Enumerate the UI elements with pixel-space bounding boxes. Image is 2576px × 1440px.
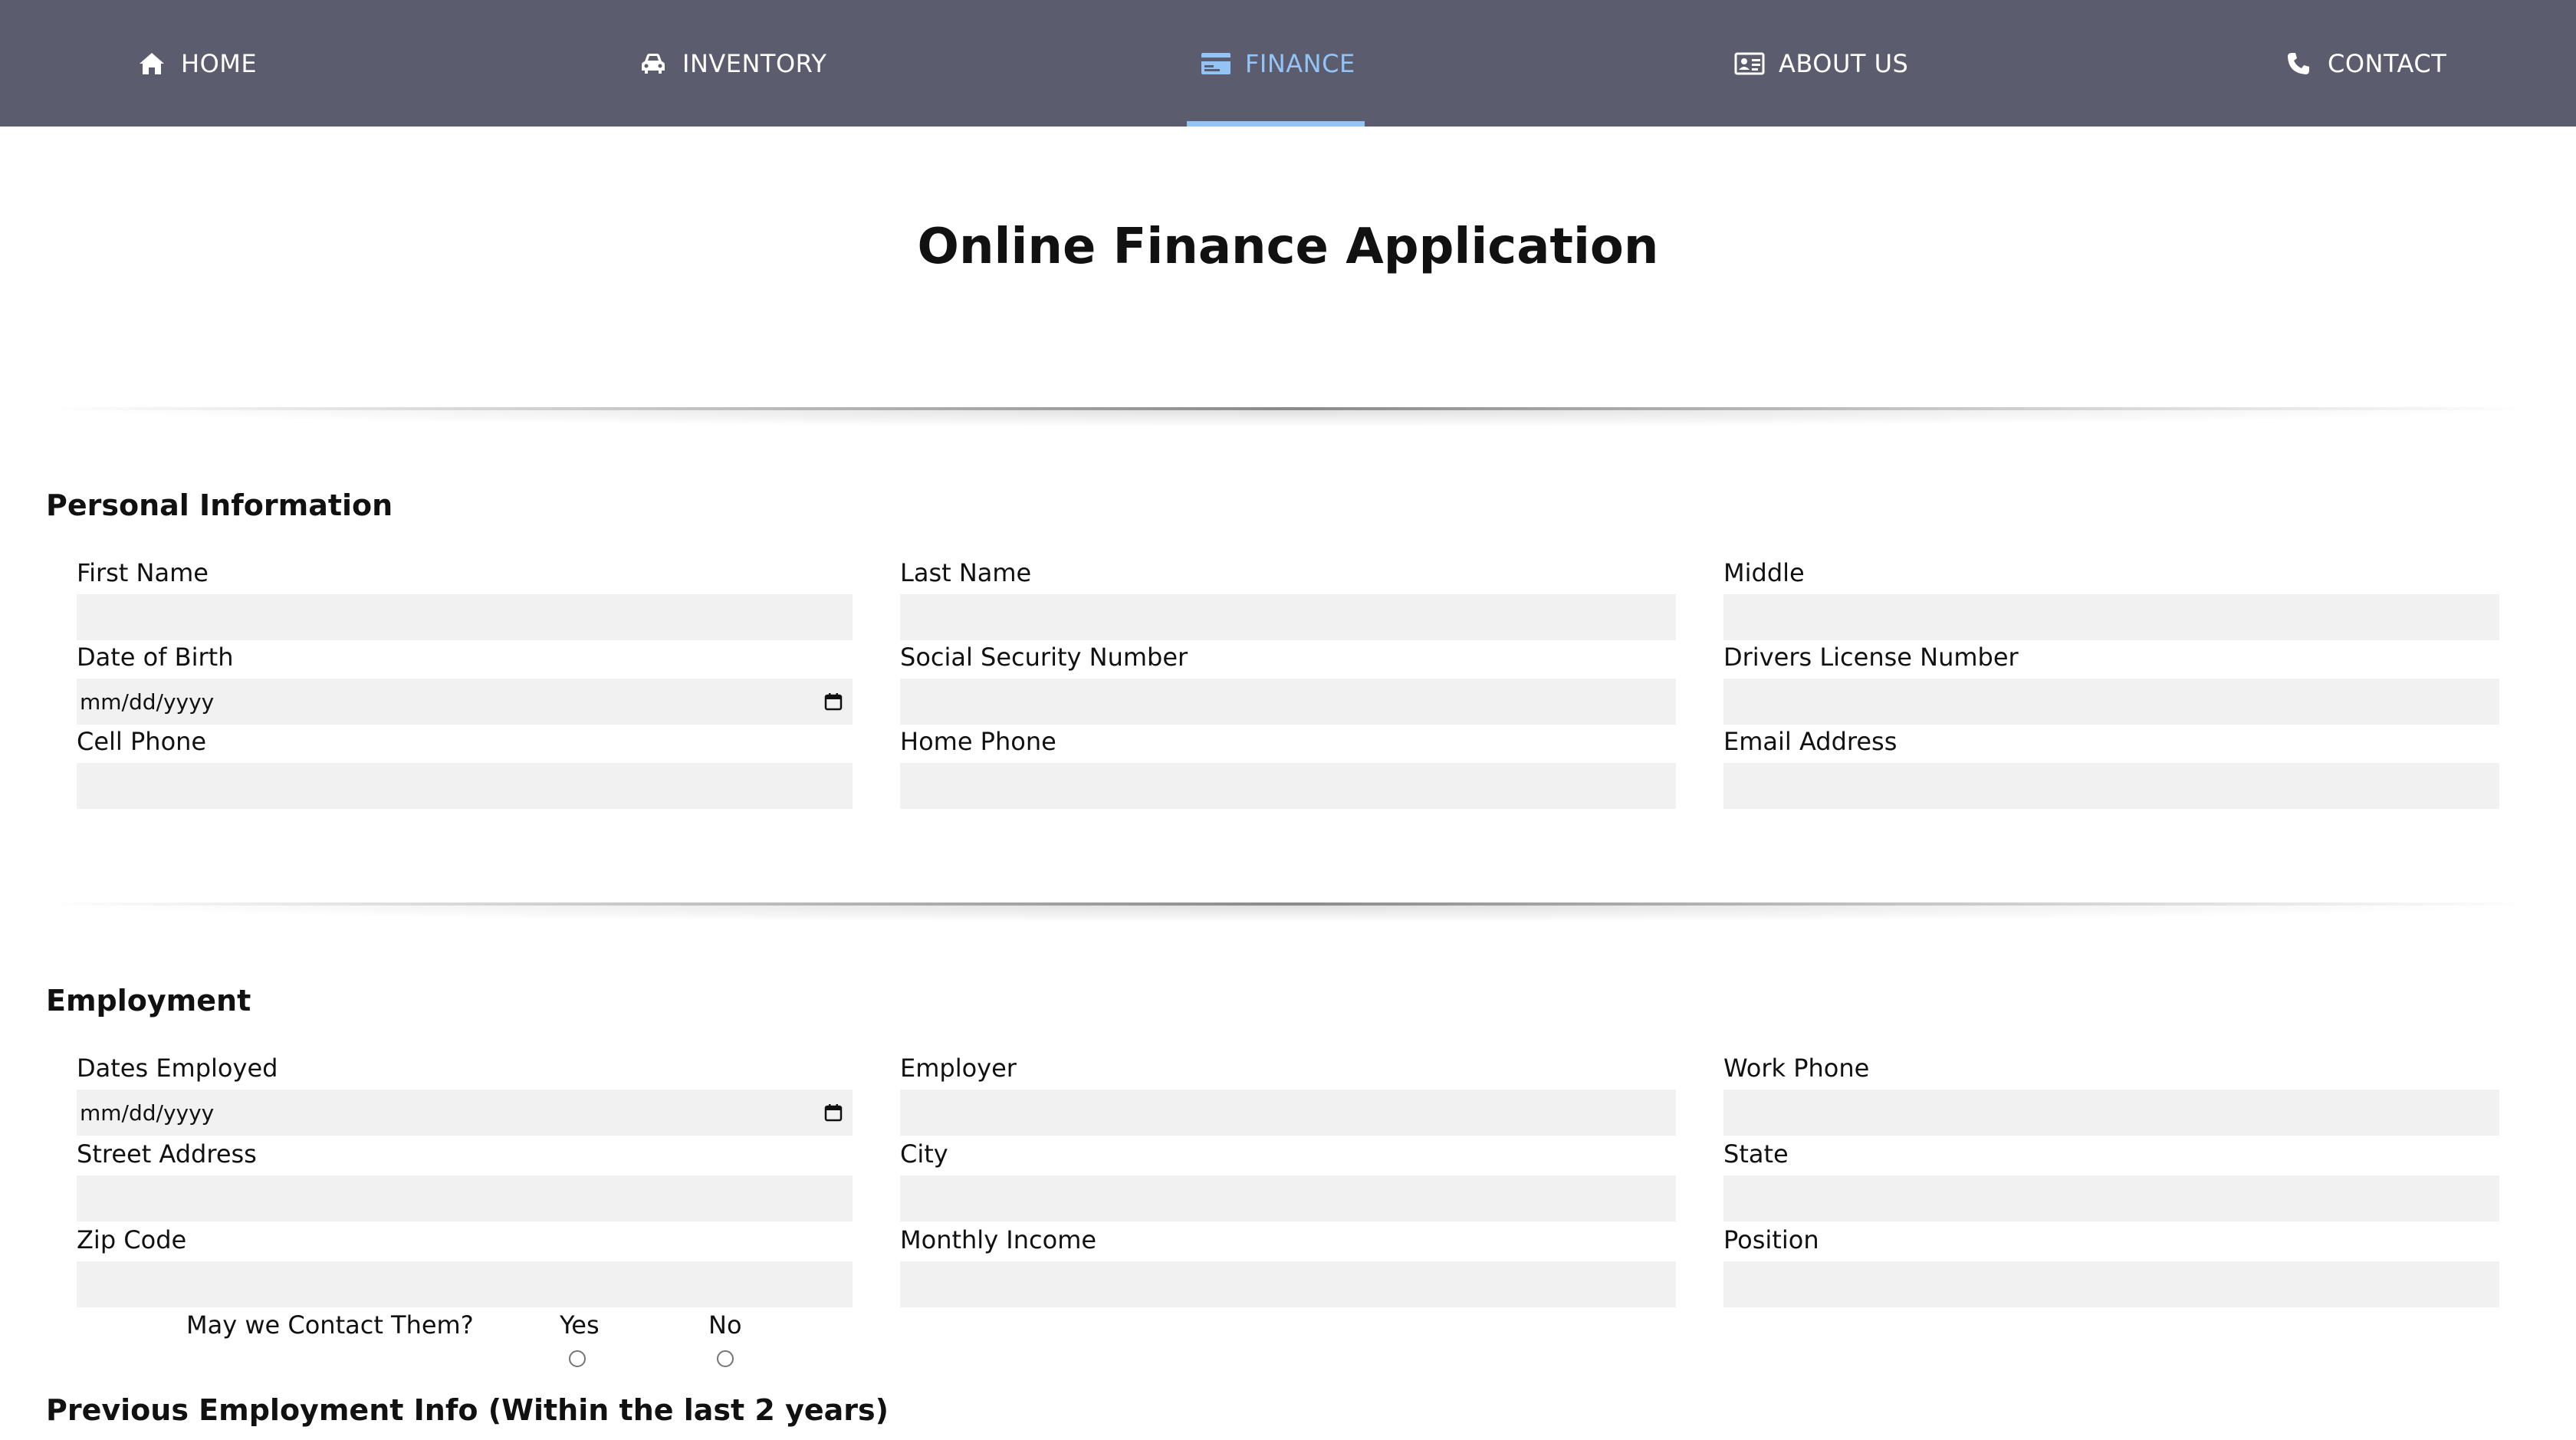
last-name-input[interactable]: [900, 594, 1676, 640]
dates-employed-field: Dates Employed mm/dd/yyyy: [77, 1053, 853, 1136]
position-field: Position: [1723, 1225, 2499, 1307]
personal-information-heading: Personal Information: [46, 488, 393, 522]
contact-yes-radio[interactable]: [569, 1350, 586, 1367]
zip-code-field: Zip Code: [77, 1225, 853, 1307]
calendar-icon[interactable]: [823, 692, 843, 712]
state-input[interactable]: [1723, 1175, 2499, 1221]
state-label: State: [1723, 1139, 1789, 1169]
page-title: Online Finance Application: [917, 219, 1659, 275]
monthly-income-field: Monthly Income: [900, 1225, 1676, 1307]
street-address-input[interactable]: [77, 1175, 853, 1221]
ssn-label: Social Security Number: [900, 643, 1188, 672]
drivers-license-label: Drivers License Number: [1723, 643, 2019, 672]
home-icon: [136, 48, 167, 79]
first-name-label: First Name: [77, 558, 209, 587]
nav-home-label: HOME: [181, 48, 258, 78]
cell-phone-input[interactable]: [77, 763, 853, 809]
monthly-income-label: Monthly Income: [900, 1225, 1097, 1254]
nav-finance[interactable]: FINANCE: [1201, 0, 1355, 127]
nav-contact[interactable]: CONTACT: [2283, 0, 2446, 127]
first-name-field: First Name: [77, 557, 853, 640]
state-field: State: [1723, 1139, 2499, 1221]
last-name-label: Last Name: [900, 558, 1032, 587]
dates-employed-placeholder: mm/dd/yyyy: [80, 1100, 215, 1126]
calendar-icon[interactable]: [823, 1103, 843, 1123]
employer-field: Employer: [900, 1053, 1676, 1136]
employment-heading: Employment: [46, 984, 251, 1018]
home-phone-input[interactable]: [900, 763, 1676, 809]
zip-code-label: Zip Code: [77, 1225, 187, 1254]
middle-name-label: Middle: [1723, 558, 1805, 587]
work-phone-label: Work Phone: [1723, 1054, 1870, 1083]
street-address-label: Street Address: [77, 1139, 257, 1169]
section-divider: [46, 902, 2530, 922]
first-name-input[interactable]: [77, 594, 853, 640]
nav-home[interactable]: HOME: [136, 0, 257, 127]
position-input[interactable]: [1723, 1261, 2499, 1307]
phone-icon: [2283, 48, 2314, 79]
nav-inventory[interactable]: INVENTORY: [638, 0, 826, 127]
contact-question-label: May we Contact Them?: [186, 1310, 474, 1340]
home-phone-label: Home Phone: [900, 727, 1056, 756]
top-navigation-bar: HOME INVENTORY FINANCE ABOUT US CONTACT: [0, 0, 2576, 127]
ssn-input[interactable]: [900, 679, 1676, 725]
cell-phone-label: Cell Phone: [77, 727, 207, 756]
nav-finance-label: FINANCE: [1245, 48, 1355, 78]
drivers-license-input[interactable]: [1723, 679, 2499, 725]
date-of-birth-input[interactable]: mm/dd/yyyy: [77, 679, 853, 725]
position-label: Position: [1723, 1225, 1819, 1254]
credit-card-icon: [1201, 48, 1231, 79]
date-of-birth-placeholder: mm/dd/yyyy: [80, 689, 215, 715]
ssn-field: Social Security Number: [900, 642, 1676, 725]
middle-name-field: Middle: [1723, 557, 2499, 640]
zip-code-input[interactable]: [77, 1261, 853, 1307]
monthly-income-input[interactable]: [900, 1261, 1676, 1307]
employer-input[interactable]: [900, 1090, 1676, 1136]
nav-about-us[interactable]: ABOUT US: [1734, 0, 1908, 127]
employer-label: Employer: [900, 1054, 1017, 1083]
dates-employed-label: Dates Employed: [77, 1054, 278, 1083]
nav-about-us-label: ABOUT US: [1779, 48, 1909, 78]
city-input[interactable]: [900, 1175, 1676, 1221]
previous-employment-heading: Previous Employment Info (Within the las…: [46, 1393, 889, 1427]
email-input[interactable]: [1723, 763, 2499, 809]
city-field: City: [900, 1139, 1676, 1221]
street-address-field: Street Address: [77, 1139, 853, 1221]
drivers-license-field: Drivers License Number: [1723, 642, 2499, 725]
date-of-birth-field: Date of Birth mm/dd/yyyy: [77, 642, 853, 725]
work-phone-input[interactable]: [1723, 1090, 2499, 1136]
contact-yes-label: Yes: [560, 1310, 600, 1340]
middle-name-input[interactable]: [1723, 594, 2499, 640]
dates-employed-input[interactable]: mm/dd/yyyy: [77, 1090, 853, 1136]
contact-no-radio[interactable]: [717, 1350, 734, 1367]
active-tab-indicator: [1187, 121, 1365, 127]
last-name-field: Last Name: [900, 557, 1676, 640]
car-icon: [638, 48, 669, 79]
nav-inventory-label: INVENTORY: [682, 48, 827, 78]
city-label: City: [900, 1139, 948, 1169]
work-phone-field: Work Phone: [1723, 1053, 2499, 1136]
section-divider: [46, 407, 2530, 427]
date-of-birth-label: Date of Birth: [77, 643, 234, 672]
email-label: Email Address: [1723, 727, 1898, 756]
cell-phone-field: Cell Phone: [77, 726, 853, 809]
home-phone-field: Home Phone: [900, 726, 1676, 809]
nav-contact-label: CONTACT: [2328, 48, 2447, 78]
email-field: Email Address: [1723, 726, 2499, 809]
id-card-icon: [1734, 48, 1765, 79]
contact-no-label: No: [708, 1310, 742, 1340]
